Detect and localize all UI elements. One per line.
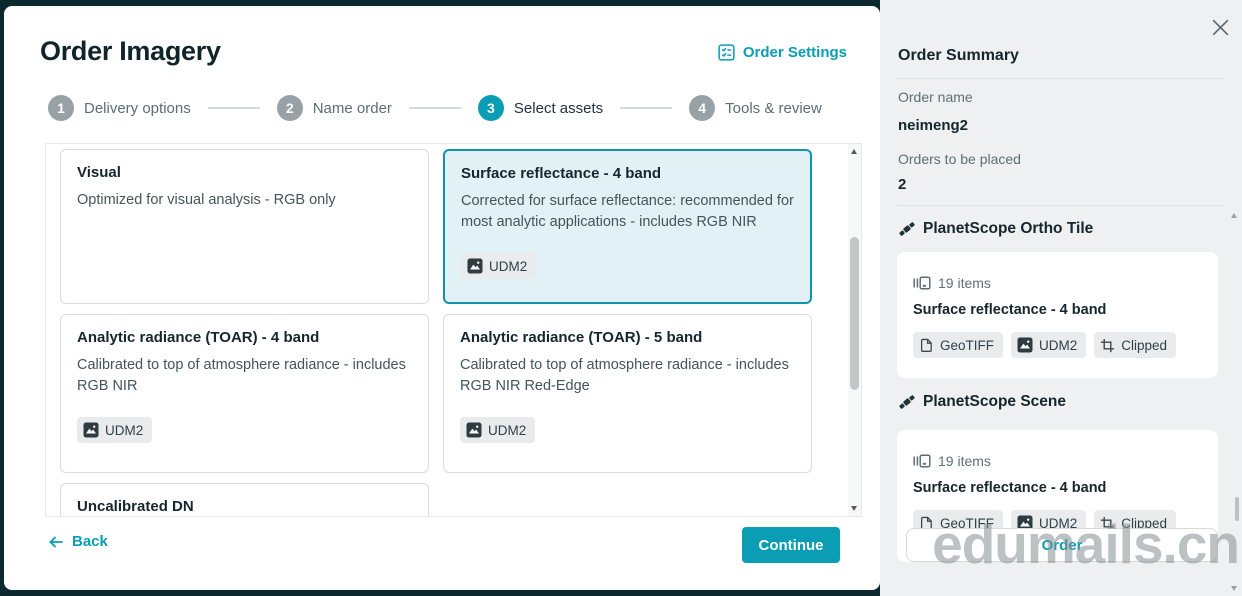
items-count-row: 19 items [913, 452, 1202, 470]
divider [897, 205, 1225, 206]
clipped-badge: Clipped [1094, 332, 1176, 358]
sidebar-scroll-down-icon[interactable] [1231, 586, 1237, 591]
section-title: PlanetScope Ortho Tile [923, 220, 1093, 238]
items-count-row: 19 items [913, 274, 1202, 292]
step-label: Tools & review [725, 100, 822, 117]
badge-label: UDM2 [105, 423, 143, 438]
step-label: Select assets [514, 100, 603, 117]
scroll-up-icon[interactable] [851, 149, 857, 154]
sidebar-scrollbar-thumb[interactable] [1235, 497, 1239, 521]
step-select-assets[interactable]: 3 Select assets [478, 95, 603, 121]
badges-row: GeoTIFF UDM2 Clipped [913, 332, 1202, 358]
divider [897, 78, 1225, 79]
order-settings-label: Order Settings [743, 44, 847, 61]
stepper: 1 Delivery options 2 Name order 3 Select… [48, 95, 822, 121]
order-name-value: neimeng2 [898, 117, 968, 134]
items-stack-icon [913, 454, 931, 468]
step-connector [208, 107, 260, 109]
order-settings-icon [718, 44, 735, 61]
scroll-down-icon[interactable] [851, 506, 857, 511]
step-connector [409, 107, 461, 109]
asset-card-surface-reflectance-4band[interactable]: Surface reflectance - 4 band Corrected f… [443, 149, 812, 304]
section-header-scene: PlanetScope Scene [898, 393, 1066, 411]
order-imagery-dialog: Order Imagery Order Settings 1 Delivery … [4, 6, 880, 590]
udm2-badge: UDM2 [1011, 332, 1086, 358]
order-summary-panel: Order Summary Order name neimeng2 Orders… [880, 0, 1242, 596]
satellite-icon [898, 393, 916, 411]
close-icon[interactable] [1210, 17, 1231, 38]
scrollbar-thumb[interactable] [850, 237, 859, 390]
continue-button[interactable]: Continue [742, 527, 840, 563]
badge-label: Clipped [1121, 338, 1167, 353]
asset-card-title: Analytic radiance (TOAR) - 5 band [460, 329, 795, 346]
asset-card-toar-5band[interactable]: Analytic radiance (TOAR) - 5 band Calibr… [443, 314, 812, 473]
step-label: Name order [313, 100, 392, 117]
asset-card-desc: Calibrated to top of atmosphere radiance… [460, 355, 795, 397]
asset-card-title: Visual [77, 164, 412, 181]
asset-card-desc: Optimized for visual analysis - RGB only [77, 190, 412, 211]
asset-card-desc: Calibrated to top of atmosphere radiance… [77, 355, 412, 397]
step-name-order[interactable]: 2 Name order [277, 95, 392, 121]
udm2-badge: UDM2 [77, 417, 152, 443]
step-number: 2 [277, 95, 303, 121]
media-icon [1017, 337, 1033, 353]
assets-scroll-area: Visual Optimized for visual analysis - R… [45, 143, 862, 517]
media-icon [83, 422, 99, 438]
items-count: 19 items [938, 453, 991, 469]
asset-card-desc: Corrected for surface reflectance: recom… [461, 191, 794, 233]
order-button[interactable]: Order [906, 528, 1218, 562]
orders-count-value: 2 [898, 176, 906, 193]
order-name-label: Order name [898, 89, 973, 105]
asset-card-toar-4band[interactable]: Analytic radiance (TOAR) - 4 band Calibr… [60, 314, 429, 473]
section-header-ortho-tile: PlanetScope Ortho Tile [898, 220, 1093, 238]
assets-scrollbar[interactable] [848, 144, 861, 516]
badge-label: UDM2 [1039, 338, 1077, 353]
step-delivery-options[interactable]: 1 Delivery options [48, 95, 191, 121]
sidebar-scroll-up-icon[interactable] [1231, 213, 1237, 218]
section-title: PlanetScope Scene [923, 393, 1066, 411]
udm2-badge: UDM2 [461, 253, 536, 279]
order-summary-title: Order Summary [898, 47, 1019, 65]
step-number: 1 [48, 95, 74, 121]
badge-label: GeoTIFF [940, 338, 994, 353]
summary-asset-name: Surface reflectance - 4 band [913, 302, 1202, 320]
back-arrow-icon [48, 534, 64, 550]
geotiff-badge: GeoTIFF [913, 332, 1003, 358]
file-icon [919, 338, 934, 353]
asset-card-title: Uncalibrated DN [77, 498, 412, 515]
badge-label: UDM2 [489, 259, 527, 274]
media-icon [466, 422, 482, 438]
order-settings-link[interactable]: Order Settings [718, 44, 847, 61]
summary-card-ortho-tile: 19 items Surface reflectance - 4 band Ge… [897, 252, 1218, 378]
asset-card-title: Analytic radiance (TOAR) - 4 band [77, 329, 412, 346]
summary-asset-name: Surface reflectance - 4 band [913, 480, 1202, 498]
step-number: 4 [689, 95, 715, 121]
step-label: Delivery options [84, 100, 191, 117]
asset-card-visual[interactable]: Visual Optimized for visual analysis - R… [60, 149, 429, 304]
items-count: 19 items [938, 275, 991, 291]
crop-icon [1100, 338, 1115, 353]
asset-card-uncalibrated-dn[interactable]: Uncalibrated DN [60, 483, 429, 517]
back-label: Back [72, 533, 108, 550]
satellite-icon [898, 220, 916, 238]
step-number: 3 [478, 95, 504, 121]
badge-label: UDM2 [488, 423, 526, 438]
orders-count-label: Orders to be placed [898, 151, 1021, 167]
media-icon [467, 258, 483, 274]
back-button[interactable]: Back [48, 533, 108, 550]
step-connector [620, 107, 672, 109]
page-title: Order Imagery [40, 36, 221, 67]
step-tools-review[interactable]: 4 Tools & review [689, 95, 822, 121]
udm2-badge: UDM2 [460, 417, 535, 443]
asset-card-title: Surface reflectance - 4 band [461, 165, 794, 182]
items-stack-icon [913, 276, 931, 290]
